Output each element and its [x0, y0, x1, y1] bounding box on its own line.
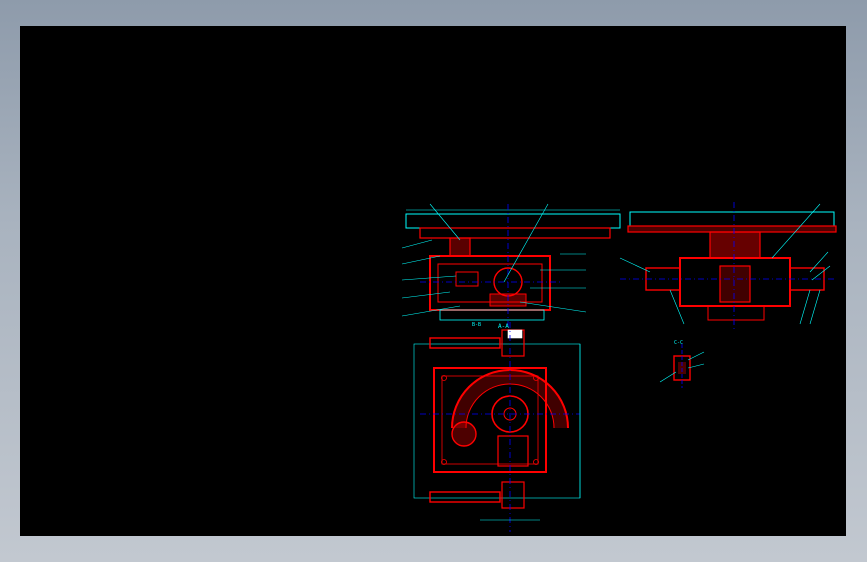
base-outline	[439, 309, 545, 321]
side-section-view	[619, 202, 837, 330]
detail-view: C-C	[659, 340, 705, 388]
plan-view: B-B	[413, 322, 581, 532]
cad-drawing: A-A C-C B-B	[401, 202, 837, 532]
side-gear	[719, 265, 751, 303]
side-top-plate	[629, 211, 835, 227]
motor-shaft	[455, 271, 479, 287]
section-label-bb: B-B	[472, 322, 481, 328]
section-label-aa: A-A	[498, 323, 509, 330]
plan-output-block	[497, 435, 529, 467]
side-base	[707, 305, 765, 321]
plan-shaft-top	[429, 337, 501, 349]
plan-coupling-bottom	[501, 481, 525, 509]
side-flange	[627, 225, 837, 233]
side-core	[709, 231, 761, 259]
worm-pinion	[451, 421, 477, 447]
top-plate	[405, 213, 621, 229]
bearing-left	[449, 237, 471, 257]
mount-flange	[419, 227, 611, 239]
section-label-cc: C-C	[674, 340, 683, 346]
plan-shaft-bottom	[429, 491, 501, 503]
front-section-view: A-A	[401, 203, 621, 330]
cad-drawing-viewport[interactable]: A-A C-C B-B	[20, 26, 846, 536]
